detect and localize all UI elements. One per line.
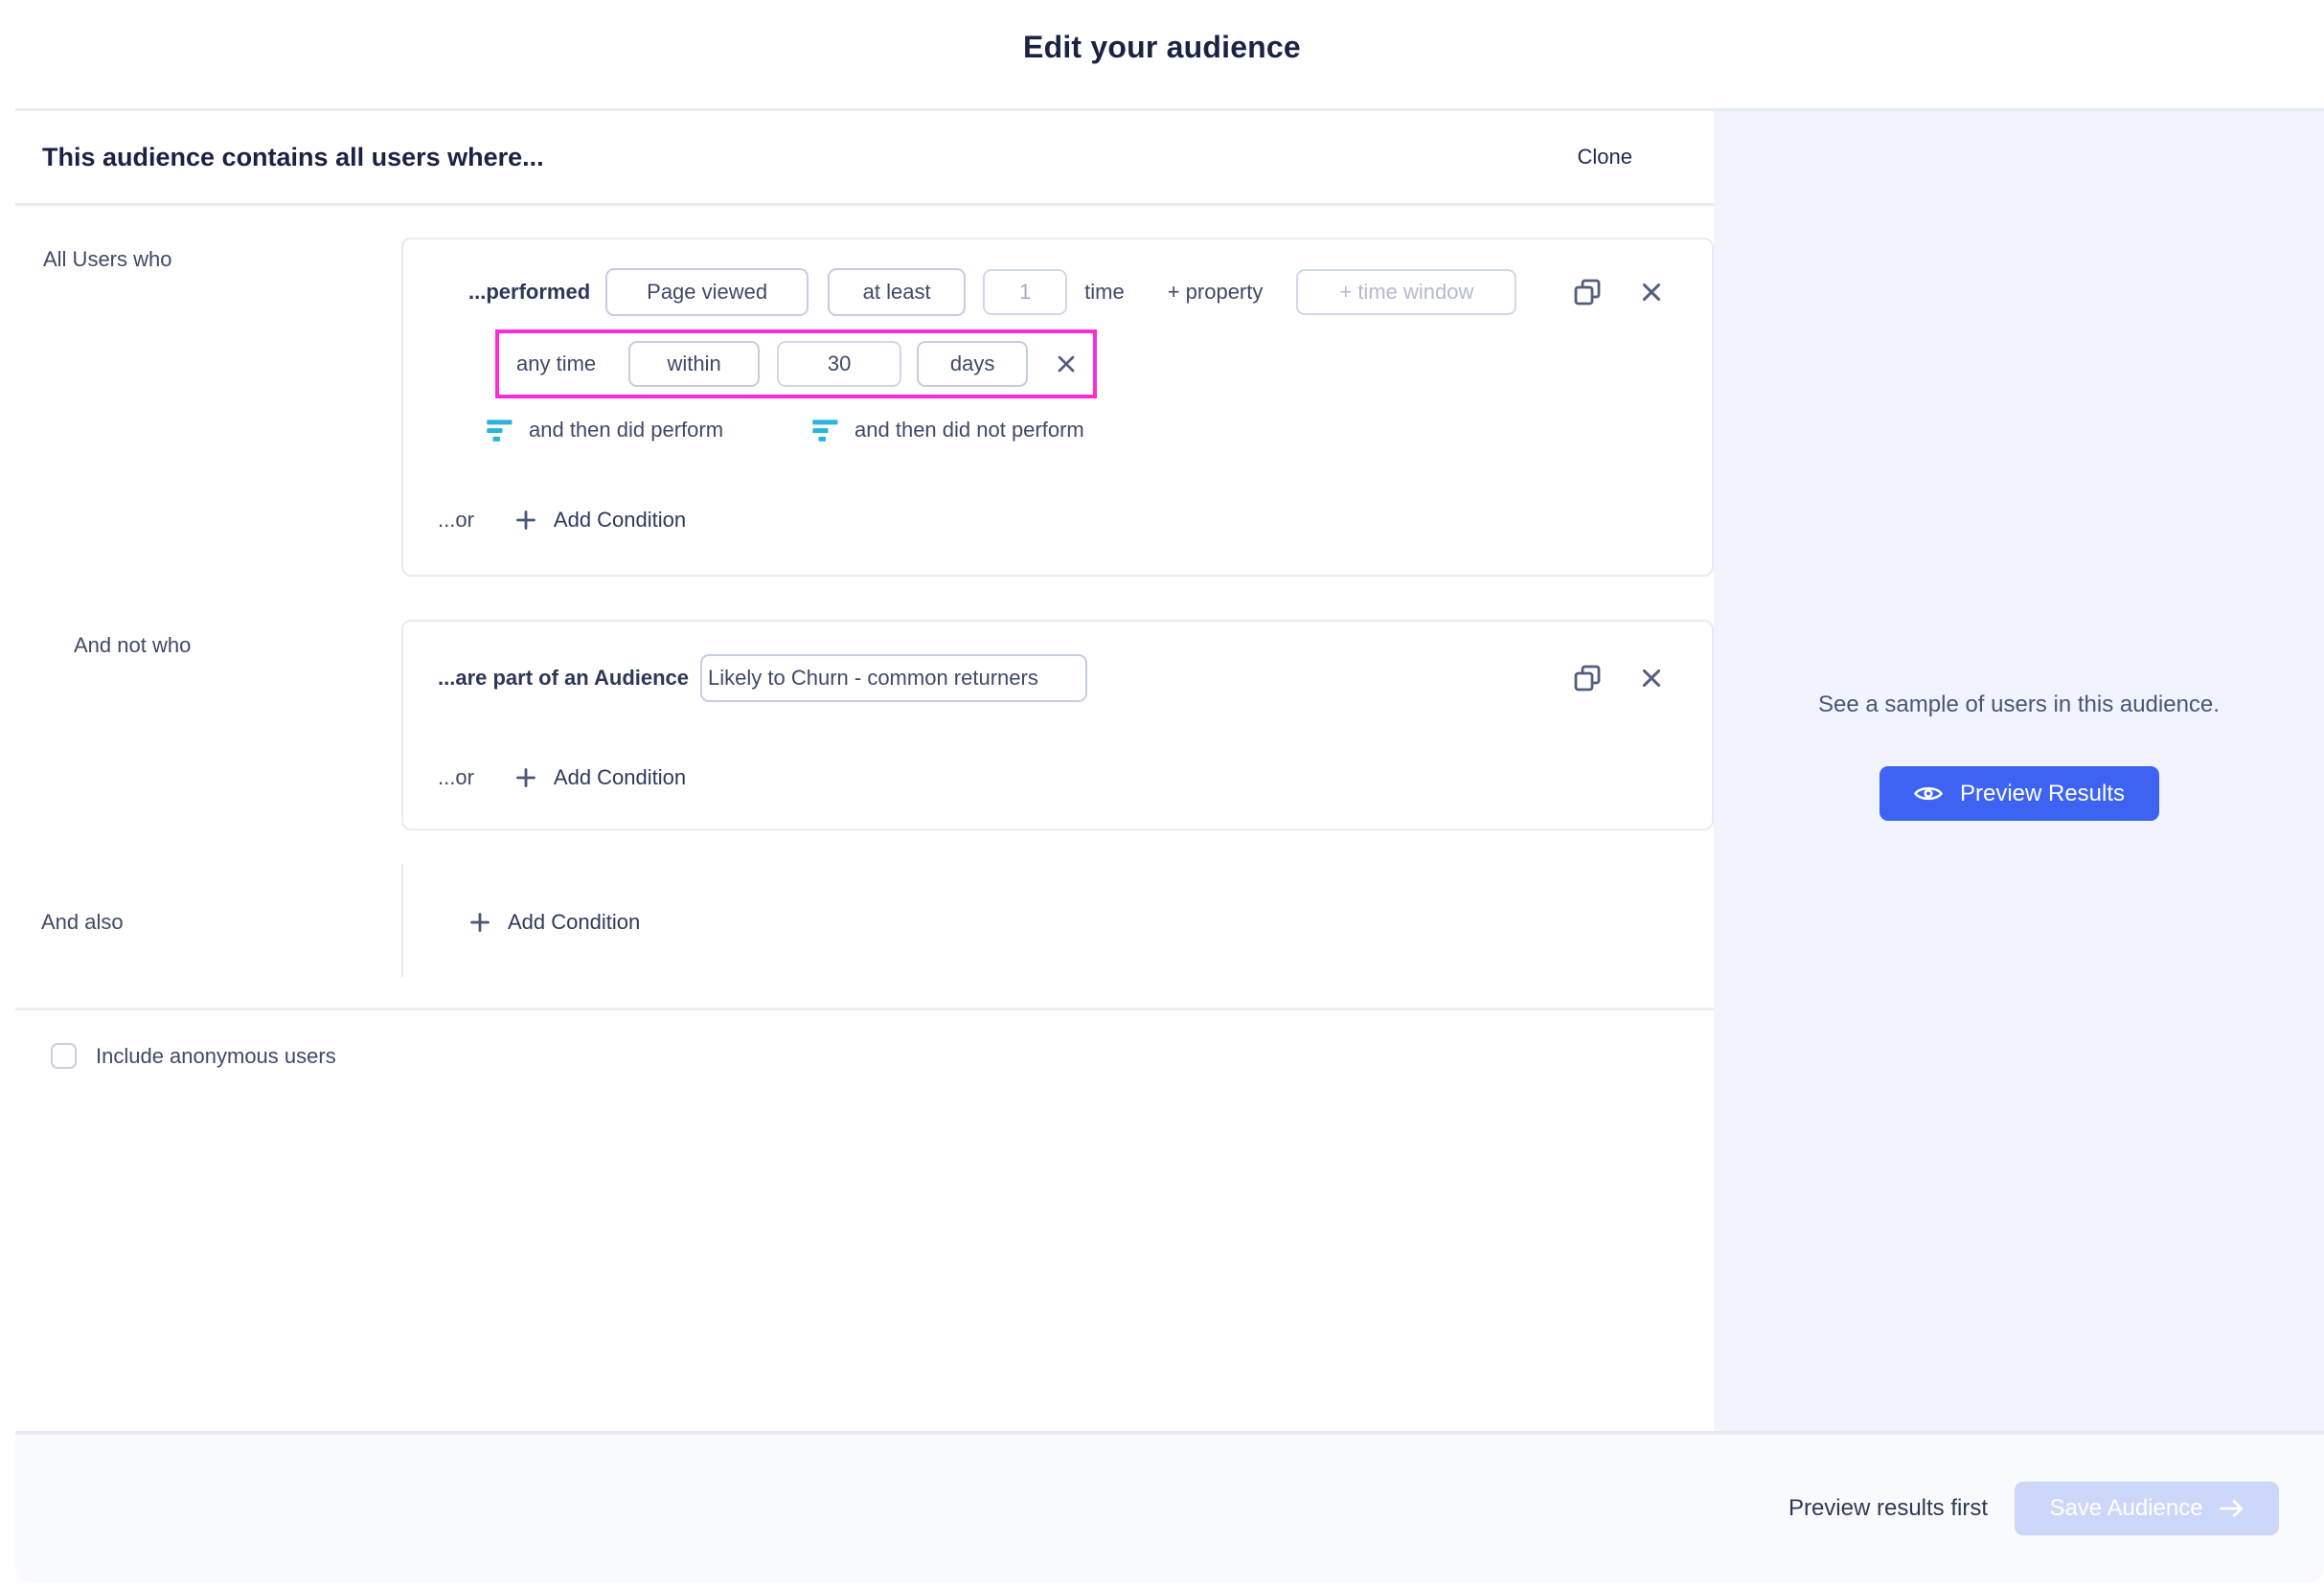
close-icon [1639,666,1664,691]
funnel-icon [486,416,514,444]
builder-header: This audience contains all users where..… [15,111,1714,206]
add-condition-button[interactable]: Add Condition [514,508,686,533]
save-audience-button[interactable]: Save Audience [2015,1482,2279,1535]
section-and-not-who: And not who ...are part of an Audience L… [15,620,1714,830]
add-property-button[interactable]: + property [1168,280,1264,305]
include-anonymous-users-checkbox[interactable] [51,1043,77,1069]
content-area: This audience contains all users where..… [0,111,2324,1431]
save-audience-label: Save Audience [2049,1495,2202,1522]
add-condition-button[interactable]: Add Condition [468,910,640,935]
audience-builder: This audience contains all users where..… [15,111,1714,1431]
anonymous-users-row: Include anonymous users [15,1043,1714,1069]
performed-condition-row: ...performed Page viewed at least time +… [438,268,1664,316]
sequence-row: and then did perform [486,416,1664,444]
audience-condition-row: ...are part of an Audience Likely to Chu… [438,654,1664,702]
plus-icon [468,911,491,934]
event-select[interactable]: Page viewed [605,268,809,316]
page-title: Edit your audience [1023,30,1301,65]
close-icon [1639,280,1664,305]
section-label-and-also: And also [15,864,401,977]
plus-icon [514,766,537,789]
funnel-icon [811,416,840,444]
section-all-users: All Users who ...performed Page viewed a… [15,238,1714,577]
duplicate-icon [1570,275,1605,309]
preview-results-button[interactable]: Preview Results [1880,766,2159,821]
plus-icon [514,509,537,532]
performed-prefix: ...performed [468,280,590,305]
add-condition-label: Add Condition [554,508,686,533]
or-label: ...or [438,508,474,533]
preview-description: See a sample of users in this audience. [1818,682,2220,728]
section-and-also: And also Add Condition [15,864,1714,977]
add-condition-label: Add Condition [508,910,640,935]
count-input[interactable] [983,269,1067,315]
preview-first-hint: Preview results first [1789,1495,1988,1522]
or-add-condition-row: ...or Add Condition [438,508,1664,533]
and-then-did-not-perform-button[interactable]: and then did not perform [811,416,1084,444]
duplicate-condition-button[interactable] [1570,661,1605,695]
condition-group-audience: ...are part of an Audience Likely to Chu… [401,620,1714,830]
clone-button[interactable]: Clone [1578,145,1632,170]
preview-results-label: Preview Results [1960,781,2125,807]
operator-select[interactable]: at least [828,268,966,316]
and-then-did-not-perform-label: and then did not perform [854,418,1084,442]
builder-divider [15,1008,1714,1010]
time-window-filter-highlighted: any time within days [495,329,1097,398]
time-unit-select[interactable]: days [917,341,1028,387]
time-filter-label: any time [516,352,596,376]
audience-prefix: ...are part of an Audience [438,666,689,691]
duplicate-icon [1570,661,1605,695]
remove-condition-button[interactable] [1639,280,1664,305]
builder-heading: This audience contains all users where..… [42,143,544,172]
edit-audience-modal: Edit your audience This audience contain… [0,0,2324,1588]
and-then-did-perform-button[interactable]: and then did perform [486,416,723,444]
close-icon [1055,352,1078,375]
modal-header: Edit your audience [0,0,2324,108]
time-window-input[interactable] [1296,269,1516,315]
footer-action-bar: Preview results first Save Audience [15,1431,2324,1582]
or-add-condition-row: ...or Add Condition [438,765,1664,790]
or-label: ...or [438,765,474,790]
time-value-input[interactable] [777,341,901,387]
duplicate-condition-button[interactable] [1570,275,1605,309]
remove-time-filter-button[interactable] [1055,352,1078,375]
audience-select[interactable]: Likely to Churn - common returners [700,654,1087,702]
arrow-right-icon [2219,1498,2244,1519]
and-then-did-perform-label: and then did perform [529,418,723,442]
add-condition-button[interactable]: Add Condition [514,765,686,790]
section-label-and-not-who: And not who [15,620,401,830]
remove-condition-button[interactable] [1639,666,1664,691]
condition-group-performed: ...performed Page viewed at least time +… [401,238,1714,577]
preview-sidebar: See a sample of users in this audience. … [1714,111,2324,1431]
count-unit-label: time [1084,280,1125,305]
include-anonymous-users-label: Include anonymous users [96,1044,336,1069]
add-condition-label: Add Condition [554,765,686,790]
eye-icon [1913,783,1944,805]
section-label-all-users: All Users who [15,238,401,577]
time-comparison-select[interactable]: within [628,341,760,387]
